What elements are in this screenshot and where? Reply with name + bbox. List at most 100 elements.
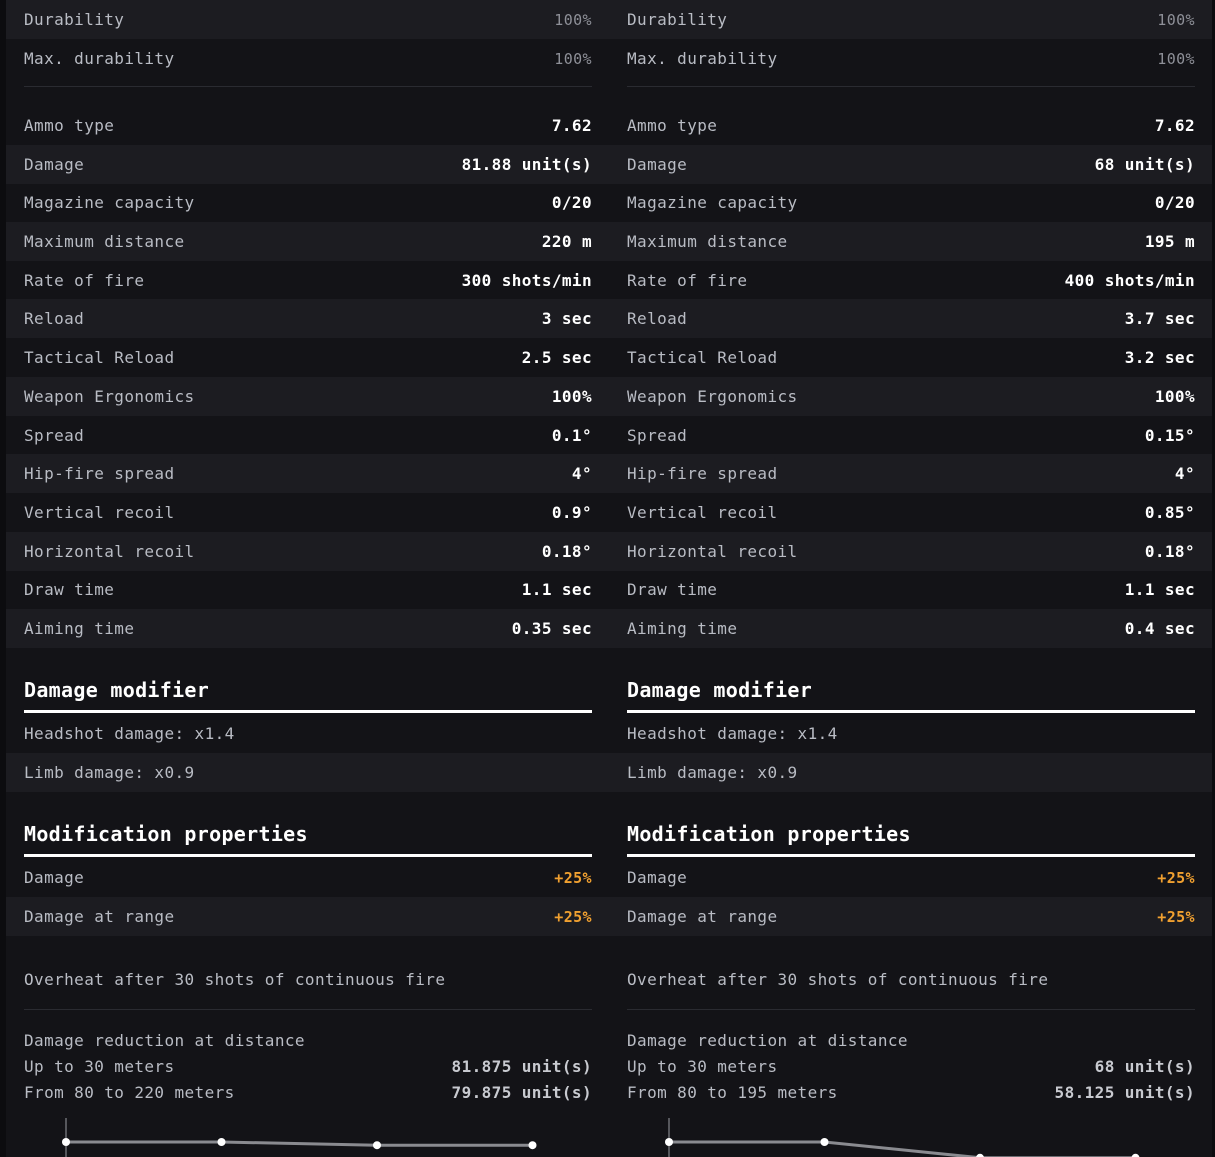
stat-label: Spread — [627, 426, 688, 445]
damage-series-line — [669, 1140, 1136, 1157]
stat-label: Tactical Reload — [24, 348, 175, 367]
stat-label: Vertical recoil — [627, 503, 778, 522]
stat-value: 300 shots/min — [461, 271, 592, 290]
stat-label: Magazine capacity — [627, 193, 798, 212]
stat-label: Vertical recoil — [24, 503, 175, 522]
stat-value: 0/20 — [551, 193, 592, 212]
stat-label: Max. durability — [627, 49, 778, 68]
modification-value: +25% — [554, 907, 592, 926]
stat-label: Rate of fire — [24, 271, 145, 290]
reduction-far-row: From 80 to 195 meters 58.125 unit(s) — [627, 1083, 1195, 1102]
stat-value: 0.1° — [551, 426, 592, 445]
stat-value: 0.4 sec — [1124, 619, 1195, 638]
stat-label: Weapon Ergonomics — [24, 387, 195, 406]
stat-value: 100% — [554, 10, 592, 29]
data-point — [665, 1138, 673, 1146]
stat-row: Magazine capacity 0/20 — [6, 183, 609, 222]
stat-value: 0.35 sec — [511, 619, 592, 638]
stat-value: 0.85° — [1144, 503, 1195, 522]
modification-properties-title: Modification properties — [627, 822, 911, 846]
modification-value: +25% — [1157, 907, 1195, 926]
overheat-text: Overheat after 30 shots of continuous fi… — [627, 970, 1049, 989]
stat-row: Aiming time 0.35 sec — [6, 609, 609, 648]
modification-properties-title: Modification properties — [24, 822, 308, 846]
modification-value: +25% — [554, 868, 592, 887]
stat-label: Horizontal recoil — [24, 542, 195, 561]
modifier-row: Limb damage: x0.9 — [609, 753, 1212, 792]
stat-label: Maximum distance — [24, 232, 185, 251]
stat-value: 68 unit(s) — [1094, 155, 1195, 174]
modifier-text: Limb damage: x0.9 — [24, 763, 195, 782]
data-point — [217, 1138, 226, 1146]
stat-value: 100% — [1157, 10, 1195, 29]
stat-row: Maximum distance 220 m — [6, 222, 609, 261]
damage-falloff-chart — [665, 1118, 1140, 1157]
modifier-text: Headshot damage: x1.4 — [24, 724, 235, 743]
stat-label: Magazine capacity — [24, 193, 195, 212]
modification-row: Damage +25% — [609, 858, 1212, 897]
stat-label: Durability — [24, 10, 125, 29]
stat-value: 0.18° — [541, 542, 592, 561]
title-underline — [24, 854, 592, 857]
stat-row: Tactical Reload 3.2 sec — [609, 338, 1212, 377]
stat-value: 4° — [571, 464, 592, 483]
stat-value: 1.1 sec — [521, 580, 592, 599]
divider — [627, 1009, 1195, 1010]
reduction-far-label: From 80 to 195 meters — [627, 1083, 838, 1102]
stat-row: Damage 68 unit(s) — [609, 145, 1212, 184]
stat-value: 100% — [554, 49, 592, 68]
stat-row: Spread 0.1° — [6, 416, 609, 455]
divider — [24, 1009, 592, 1010]
stat-row: Rate of fire 300 shots/min — [6, 261, 609, 300]
reduction-near-label: Up to 30 meters — [627, 1057, 778, 1076]
stat-label: Tactical Reload — [627, 348, 778, 367]
stat-label: Reload — [24, 309, 85, 328]
stat-row: Tactical Reload 2.5 sec — [6, 338, 609, 377]
stat-value: 195 m — [1144, 232, 1195, 251]
stat-row: Spread 0.15° — [609, 416, 1212, 455]
modifier-row: Headshot damage: x1.4 — [609, 714, 1212, 753]
modifier-text: Headshot damage: x1.4 — [627, 724, 838, 743]
stat-label: Ammo type — [627, 116, 718, 135]
stat-row: Vertical recoil 0.9° — [6, 493, 609, 532]
damage-modifier-title: Damage modifier — [627, 678, 813, 702]
stat-row: Hip-fire spread 4° — [6, 454, 609, 493]
stat-label: Damage — [627, 155, 688, 174]
durability-row: Durability 100% — [609, 0, 1212, 39]
stat-value: 220 m — [541, 232, 592, 251]
stat-row: Horizontal recoil 0.18° — [609, 532, 1212, 571]
modifier-text: Limb damage: x0.9 — [627, 763, 798, 782]
stat-label: Hip-fire spread — [627, 464, 778, 483]
stat-row: Rate of fire 400 shots/min — [609, 261, 1212, 300]
stat-row: Ammo type 7.62 — [6, 106, 609, 145]
stat-row: Weapon Ergonomics 100% — [609, 377, 1212, 416]
stat-label: Draw time — [24, 580, 115, 599]
stat-value: 0.15° — [1144, 426, 1195, 445]
stat-value: 100% — [551, 387, 592, 406]
damage-falloff-chart — [62, 1118, 537, 1157]
stat-label: Damage — [24, 155, 85, 174]
stat-label: Durability — [627, 10, 728, 29]
stat-value: 0.9° — [551, 503, 592, 522]
data-point — [62, 1138, 70, 1146]
reduction-far-label: From 80 to 220 meters — [24, 1083, 235, 1102]
divider — [24, 86, 592, 87]
divider — [627, 86, 1195, 87]
title-underline — [627, 710, 1195, 713]
modifier-row: Limb damage: x0.9 — [6, 753, 609, 792]
stat-label: Reload — [627, 309, 688, 328]
max-durability-row: Max. durability 100% — [6, 39, 609, 78]
modification-row: Damage at range +25% — [609, 897, 1212, 936]
stat-label: Hip-fire spread — [24, 464, 175, 483]
stat-label: Max. durability — [24, 49, 175, 68]
stat-label: Rate of fire — [627, 271, 748, 290]
stat-value: 3 sec — [541, 309, 592, 328]
stat-value: 7.62 — [1154, 116, 1195, 135]
stat-row: Magazine capacity 0/20 — [609, 183, 1212, 222]
reduction-near-value: 81.875 unit(s) — [451, 1057, 592, 1076]
stat-value: 4° — [1174, 464, 1195, 483]
reduction-title: Damage reduction at distance — [24, 1031, 305, 1050]
max-durability-row: Max. durability 100% — [609, 39, 1212, 78]
modification-label: Damage — [627, 868, 688, 887]
stat-value: 1.1 sec — [1124, 580, 1195, 599]
